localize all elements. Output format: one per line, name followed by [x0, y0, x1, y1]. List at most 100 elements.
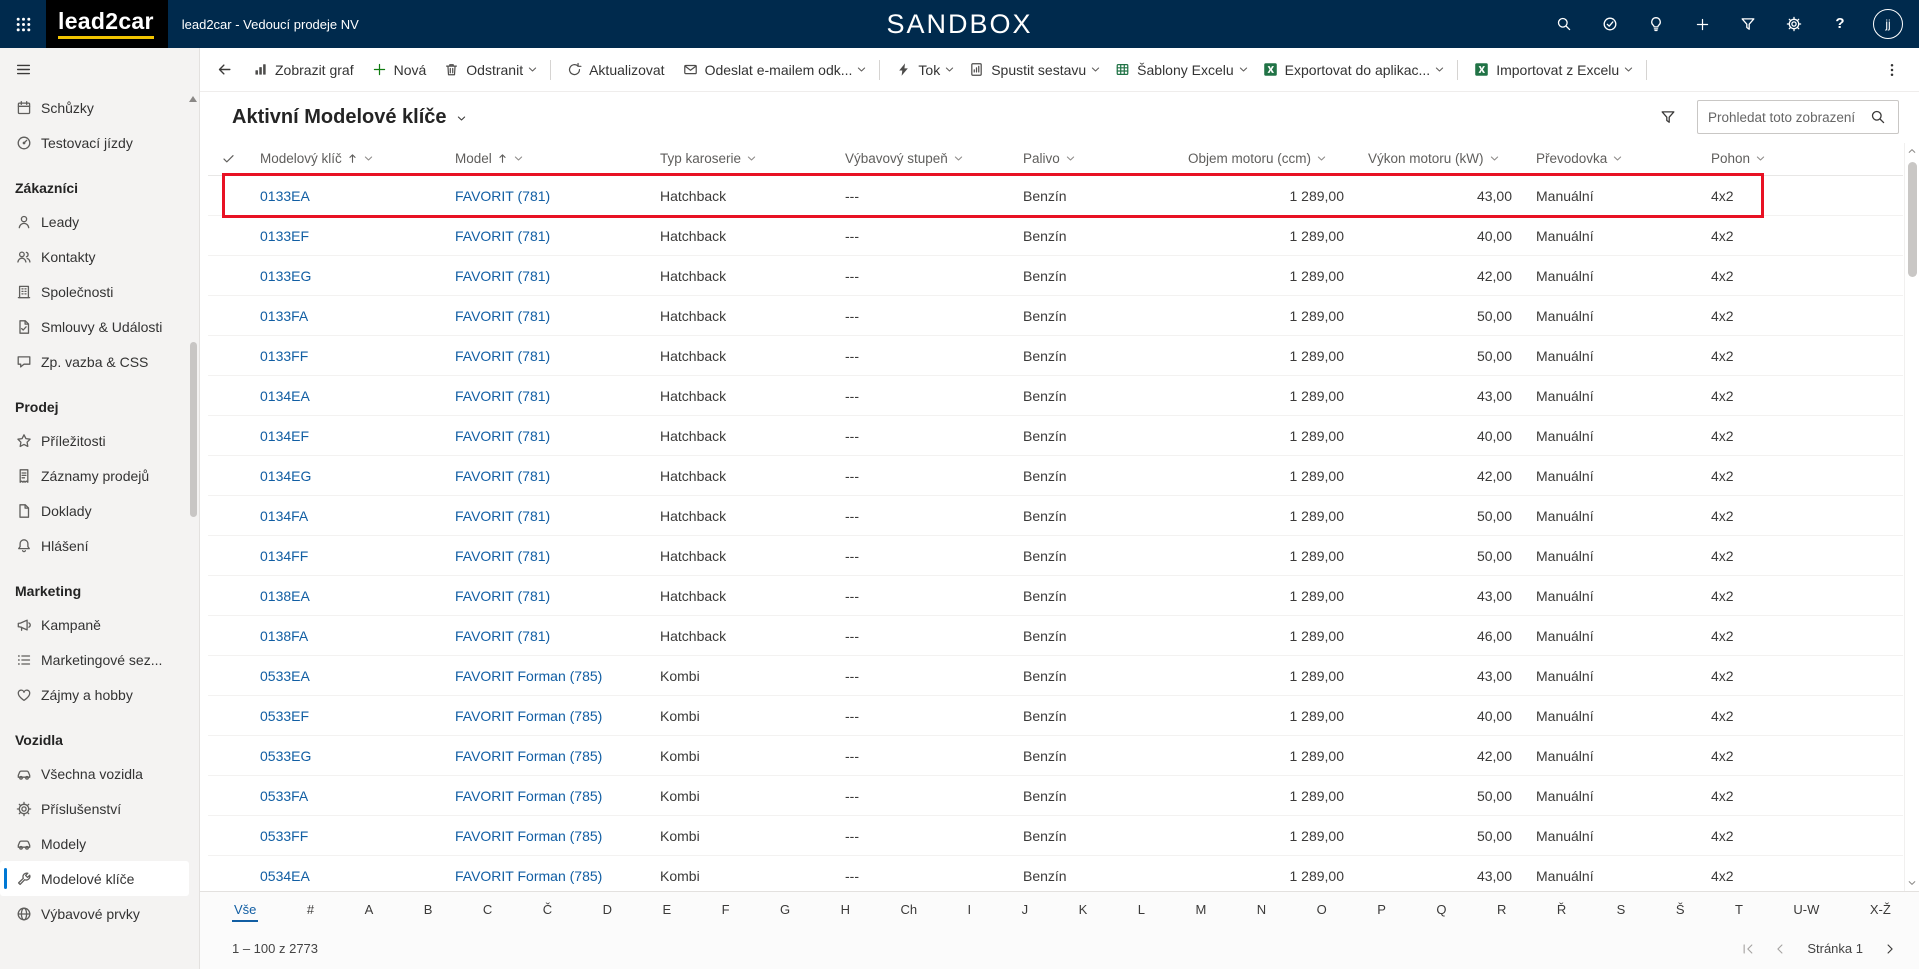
- cell-model[interactable]: FAVORIT Forman (785): [443, 788, 648, 804]
- cell-model-key[interactable]: 0134EA: [248, 388, 443, 404]
- select-all-checkbox[interactable]: [208, 151, 248, 166]
- column-header-body-type[interactable]: Typ karoserie: [648, 151, 833, 166]
- back-button[interactable]: [206, 53, 242, 87]
- cell-model-key[interactable]: 0133EA: [248, 188, 443, 204]
- previous-page-button[interactable]: [1765, 934, 1795, 964]
- sidebar-item-modelove-klice[interactable]: Modelové klíče: [0, 861, 189, 896]
- jump-letter-U-W[interactable]: U-W: [1791, 899, 1821, 922]
- jump-letter-F[interactable]: F: [720, 899, 732, 922]
- show-chart-button[interactable]: Zobrazit graf: [244, 53, 363, 87]
- jump-letter-T[interactable]: T: [1733, 899, 1745, 922]
- jump-letter-G[interactable]: G: [778, 899, 792, 922]
- cell-model-key[interactable]: 0133EG: [248, 268, 443, 284]
- first-page-button[interactable]: [1733, 934, 1763, 964]
- column-header-transmission[interactable]: Převodovka: [1524, 151, 1699, 166]
- cell-model-key[interactable]: 0134FA: [248, 508, 443, 524]
- sidebar-item-smlouvy-a-udalosti[interactable]: Smlouvy & Události: [0, 309, 189, 344]
- jump-letter-Č[interactable]: Č: [541, 899, 554, 922]
- jump-letter-D[interactable]: D: [601, 899, 614, 922]
- table-row[interactable]: 0134EF FAVORIT (781) Hatchback --- Benzín 1 2…: [208, 416, 1903, 456]
- table-row[interactable]: 0134FF FAVORIT (781) Hatchback --- Benzín 1 2…: [208, 536, 1903, 576]
- cell-model[interactable]: FAVORIT (781): [443, 428, 648, 444]
- jump-letter-E[interactable]: E: [660, 899, 673, 922]
- cell-model[interactable]: FAVORIT Forman (785): [443, 668, 648, 684]
- cell-model-key[interactable]: 0138FA: [248, 628, 443, 644]
- filter-button[interactable]: [1651, 101, 1685, 133]
- settings-button[interactable]: [1771, 0, 1817, 48]
- export-excel-dropdown[interactable]: [1434, 53, 1450, 87]
- jump-letter-N[interactable]: N: [1255, 899, 1268, 922]
- email-link-button[interactable]: Odeslat e-mailem odk...: [674, 53, 862, 87]
- jump-letter-A[interactable]: A: [363, 899, 376, 922]
- import-excel-button[interactable]: Importovat z Excelu: [1465, 53, 1628, 87]
- cell-model[interactable]: FAVORIT (781): [443, 188, 648, 204]
- cell-model[interactable]: FAVORIT Forman (785): [443, 748, 648, 764]
- table-row[interactable]: 0138FA FAVORIT (781) Hatchback --- Benzín 1 2…: [208, 616, 1903, 656]
- jump-letter-O[interactable]: O: [1315, 899, 1329, 922]
- sidebar-item-prislusenstvi[interactable]: Příslušenství: [0, 791, 189, 826]
- table-row[interactable]: 0134EG FAVORIT (781) Hatchback --- Benzín 1 2…: [208, 456, 1903, 496]
- cell-model-key[interactable]: 0533FF: [248, 828, 443, 844]
- grid-scrollbar-thumb[interactable]: [1907, 162, 1917, 277]
- cell-model[interactable]: FAVORIT Forman (785): [443, 708, 648, 724]
- new-button[interactable]: Nová: [363, 53, 436, 87]
- cell-model-key[interactable]: 0534EA: [248, 868, 443, 884]
- jump-letter-R[interactable]: R: [1495, 899, 1508, 922]
- more-commands-button[interactable]: [1875, 53, 1909, 87]
- jump-letter-L[interactable]: L: [1136, 899, 1147, 922]
- cell-model-key[interactable]: 0133FF: [248, 348, 443, 364]
- sidebar-item-zpetna-vazba-css[interactable]: Zp. vazba & CSS: [0, 344, 189, 379]
- search-button[interactable]: [1541, 0, 1587, 48]
- flow-dropdown[interactable]: [944, 53, 960, 87]
- jump-letter-P[interactable]: P: [1375, 899, 1388, 922]
- cell-model[interactable]: FAVORIT (781): [443, 308, 648, 324]
- jump-letter-M[interactable]: M: [1193, 899, 1208, 922]
- refresh-button[interactable]: Aktualizovat: [558, 53, 673, 87]
- cell-model-key[interactable]: 0138EA: [248, 588, 443, 604]
- table-row[interactable]: 0133FA FAVORIT (781) Hatchback --- Benzín 1 2…: [208, 296, 1903, 336]
- cell-model[interactable]: FAVORIT Forman (785): [443, 868, 648, 884]
- table-row[interactable]: 0133EG FAVORIT (781) Hatchback --- Benzín 1 2…: [208, 256, 1903, 296]
- sidebar-item-doklady[interactable]: Doklady: [0, 493, 189, 528]
- column-header-model-key[interactable]: Modelový klíč: [248, 151, 443, 166]
- table-row[interactable]: 0133EA FAVORIT (781) Hatchback --- Benzín 1 2…: [208, 176, 1903, 216]
- column-header-fuel[interactable]: Palivo: [1011, 151, 1176, 166]
- quick-create-button[interactable]: [1679, 0, 1725, 48]
- sidebar-item-kontakty[interactable]: Kontakty: [0, 239, 189, 274]
- column-header-engine-power[interactable]: Výkon motoru (kW): [1356, 151, 1524, 166]
- excel-templates-button[interactable]: Šablony Excelu: [1106, 53, 1243, 87]
- table-row[interactable]: 0533FF FAVORIT Forman (785) Kombi --- Benzín…: [208, 816, 1903, 856]
- cell-model[interactable]: FAVORIT (781): [443, 548, 648, 564]
- table-row[interactable]: 0138EA FAVORIT (781) Hatchback --- Benzín 1 2…: [208, 576, 1903, 616]
- cell-model[interactable]: FAVORIT (781): [443, 388, 648, 404]
- export-excel-button[interactable]: Exportovat do aplikac...: [1254, 53, 1440, 87]
- import-excel-dropdown[interactable]: [1623, 53, 1639, 87]
- jump-letter-Q[interactable]: Q: [1434, 899, 1448, 922]
- check-circle-button[interactable]: [1587, 0, 1633, 48]
- sidebar-item-vsechna-vozidla[interactable]: Všechna vozidla: [0, 756, 189, 791]
- delete-button[interactable]: Odstranit: [435, 53, 532, 87]
- cell-model-key[interactable]: 0134EF: [248, 428, 443, 444]
- sidebar-scrollbar[interactable]: [189, 92, 198, 969]
- sidebar-item-vybavove-prvky[interactable]: Výbavové prvky: [0, 896, 189, 931]
- email-link-dropdown[interactable]: [856, 53, 872, 87]
- sidebar-item-testovaci-jizdy[interactable]: Testovací jízdy: [0, 125, 189, 160]
- ideas-button[interactable]: [1633, 0, 1679, 48]
- jump-letter-B[interactable]: B: [422, 899, 435, 922]
- filter-button[interactable]: [1725, 0, 1771, 48]
- jump-letter-Vše[interactable]: Vše: [232, 899, 259, 922]
- user-avatar[interactable]: jj: [1873, 9, 1903, 39]
- table-row[interactable]: 0134EA FAVORIT (781) Hatchback --- Benzín 1 2…: [208, 376, 1903, 416]
- run-report-button[interactable]: Spustit sestavu: [960, 53, 1095, 87]
- scroll-up-icon[interactable]: [189, 96, 197, 102]
- jump-letter-X-Ž[interactable]: X-Ž: [1868, 899, 1893, 922]
- cell-model-key[interactable]: 0533FA: [248, 788, 443, 804]
- jump-letter-#[interactable]: #: [305, 899, 316, 922]
- cell-model[interactable]: FAVORIT (781): [443, 588, 648, 604]
- sidebar-item-marketingove-seznamy[interactable]: Marketingové sez...: [0, 642, 189, 677]
- sidebar-item-modely[interactable]: Modely: [0, 826, 189, 861]
- cell-model-key[interactable]: 0533EA: [248, 668, 443, 684]
- table-row[interactable]: 0533FA FAVORIT Forman (785) Kombi --- Benzín…: [208, 776, 1903, 816]
- cell-model[interactable]: FAVORIT (781): [443, 348, 648, 364]
- cell-model[interactable]: FAVORIT (781): [443, 228, 648, 244]
